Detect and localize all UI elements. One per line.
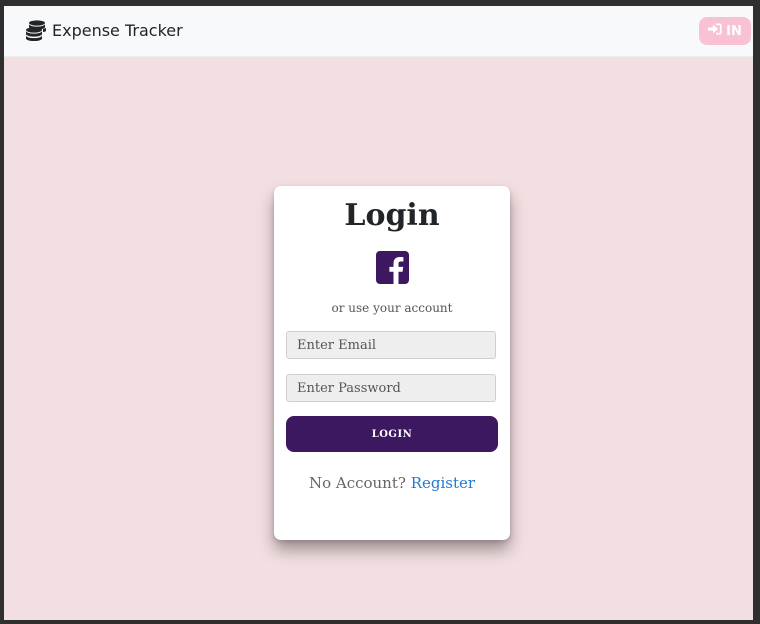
- register-prompt: No Account? Register: [274, 474, 510, 492]
- login-card: Login or use your account LOGIN No Accou…: [274, 186, 510, 540]
- alt-login-text: or use your account: [331, 301, 453, 315]
- facebook-icon[interactable]: [376, 251, 409, 284]
- brand-name: Expense Tracker: [52, 20, 183, 40]
- sign-in-nav-label: IN: [726, 23, 742, 39]
- app-window: Expense Tracker IN Login or use your acc…: [4, 6, 753, 620]
- top-navbar: Expense Tracker IN: [4, 6, 753, 57]
- login-title: Login: [344, 198, 440, 233]
- register-link[interactable]: Register: [411, 474, 475, 492]
- password-field[interactable]: [286, 374, 496, 402]
- sign-in-icon: [708, 23, 722, 39]
- login-button[interactable]: LOGIN: [286, 416, 498, 452]
- email-field[interactable]: [286, 331, 496, 359]
- brand[interactable]: Expense Tracker: [25, 16, 183, 44]
- sign-in-nav-button[interactable]: IN: [699, 17, 751, 45]
- no-account-text: No Account?: [308, 474, 406, 492]
- coins-icon: [25, 19, 47, 41]
